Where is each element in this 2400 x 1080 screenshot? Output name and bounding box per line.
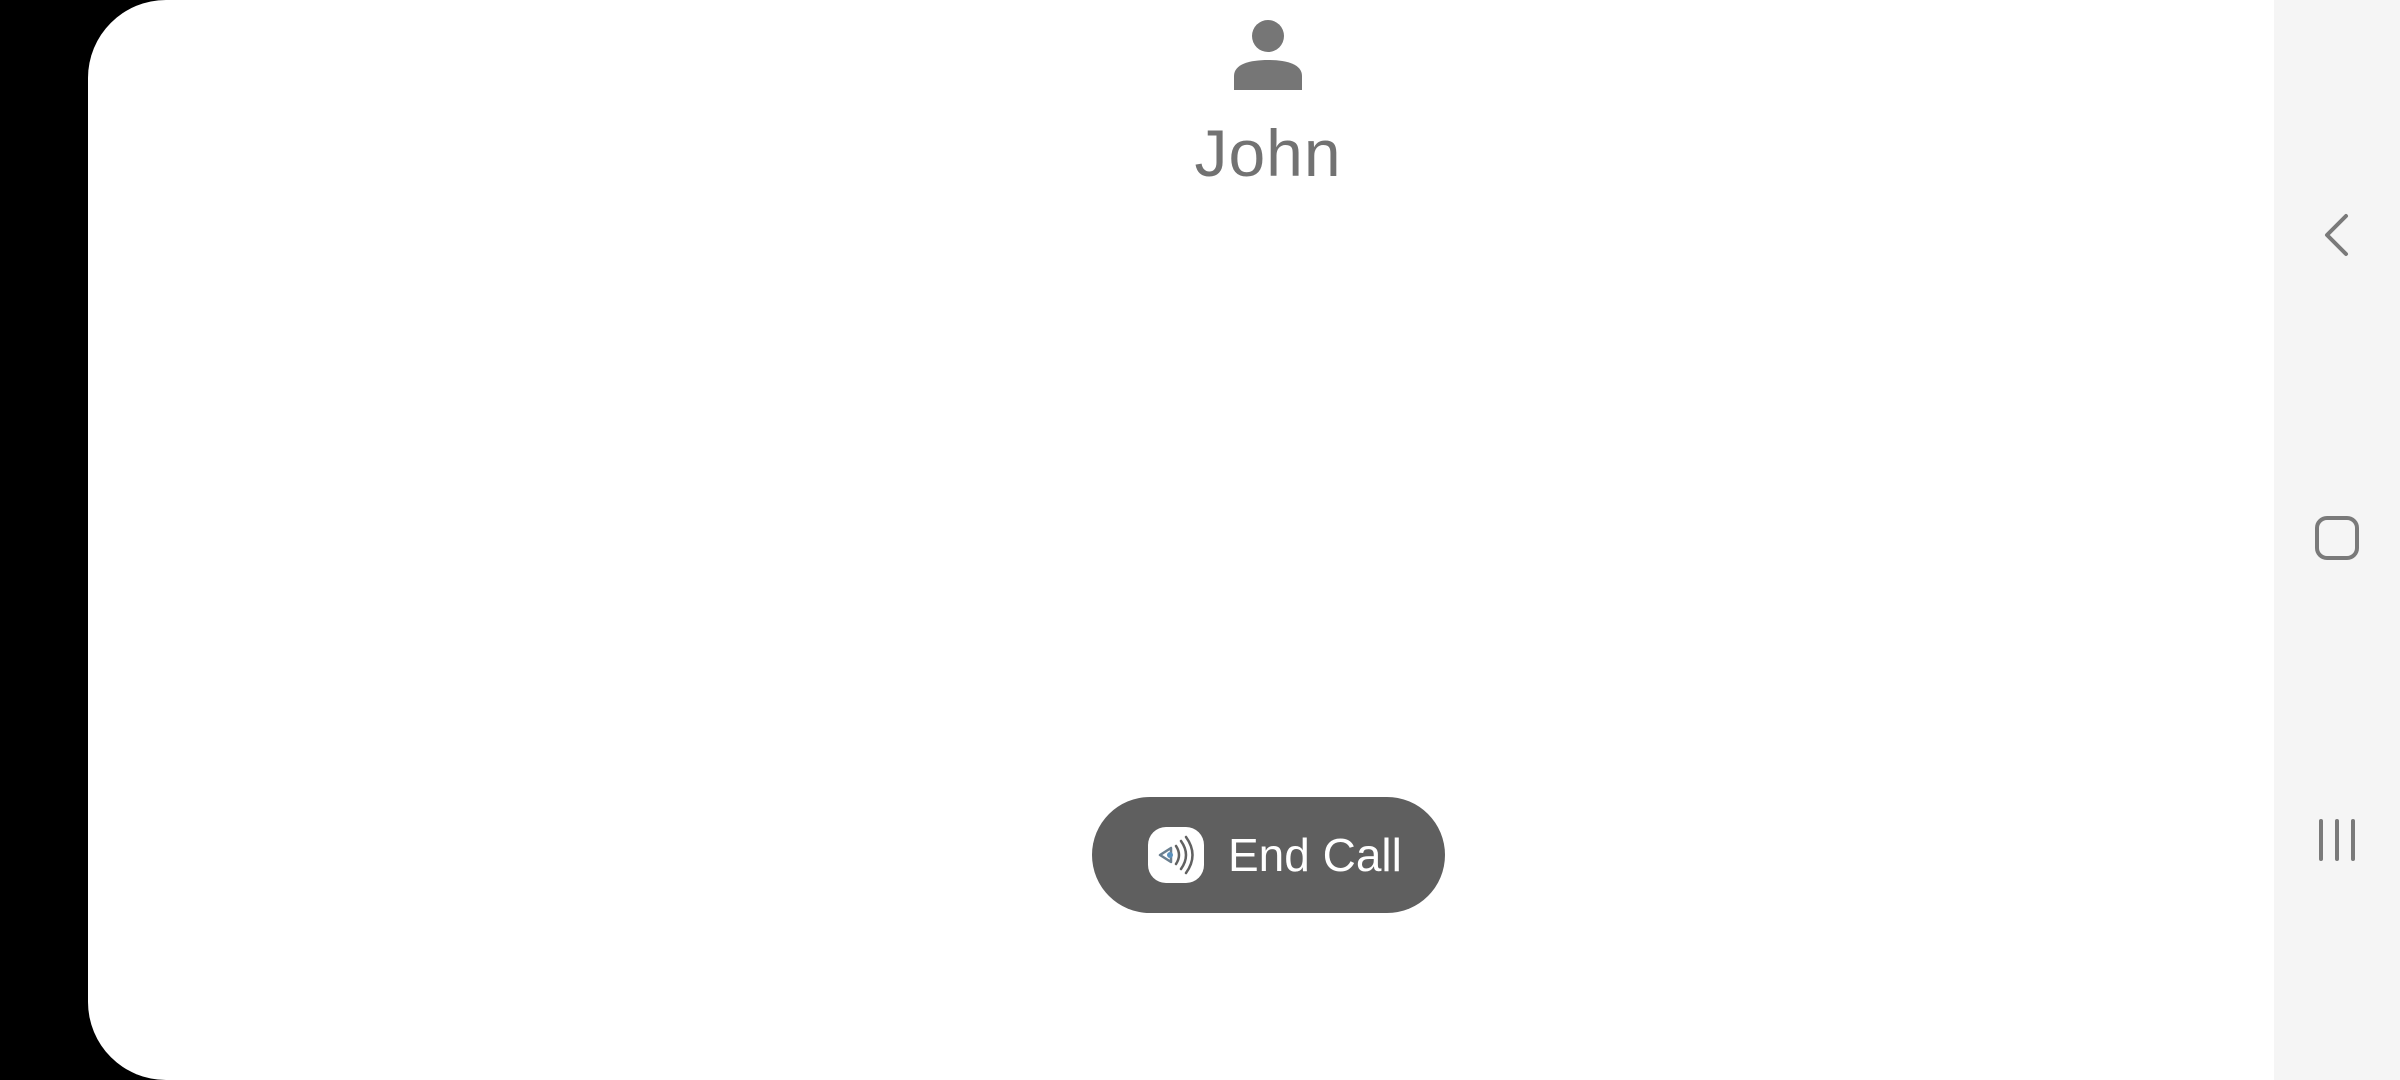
contact-name: John [1194,116,1342,190]
recents-bars-icon [2319,819,2355,861]
home-button[interactable] [2296,497,2378,579]
end-call-label: End Call [1228,829,1402,881]
phone-screen: John End Call [0,0,2400,1080]
end-call-button[interactable]: End Call [1092,797,1445,913]
recents-button[interactable] [2296,799,2378,881]
home-square-icon [2315,516,2359,560]
contact-header: John [1168,18,1368,188]
back-button[interactable] [2296,194,2378,276]
person-icon [1234,20,1302,90]
system-navigation-bar [2274,0,2400,1080]
back-chevron-icon [2325,214,2348,256]
speaker-volume-icon [1148,827,1204,883]
call-screen: John End Call [88,0,2274,1080]
